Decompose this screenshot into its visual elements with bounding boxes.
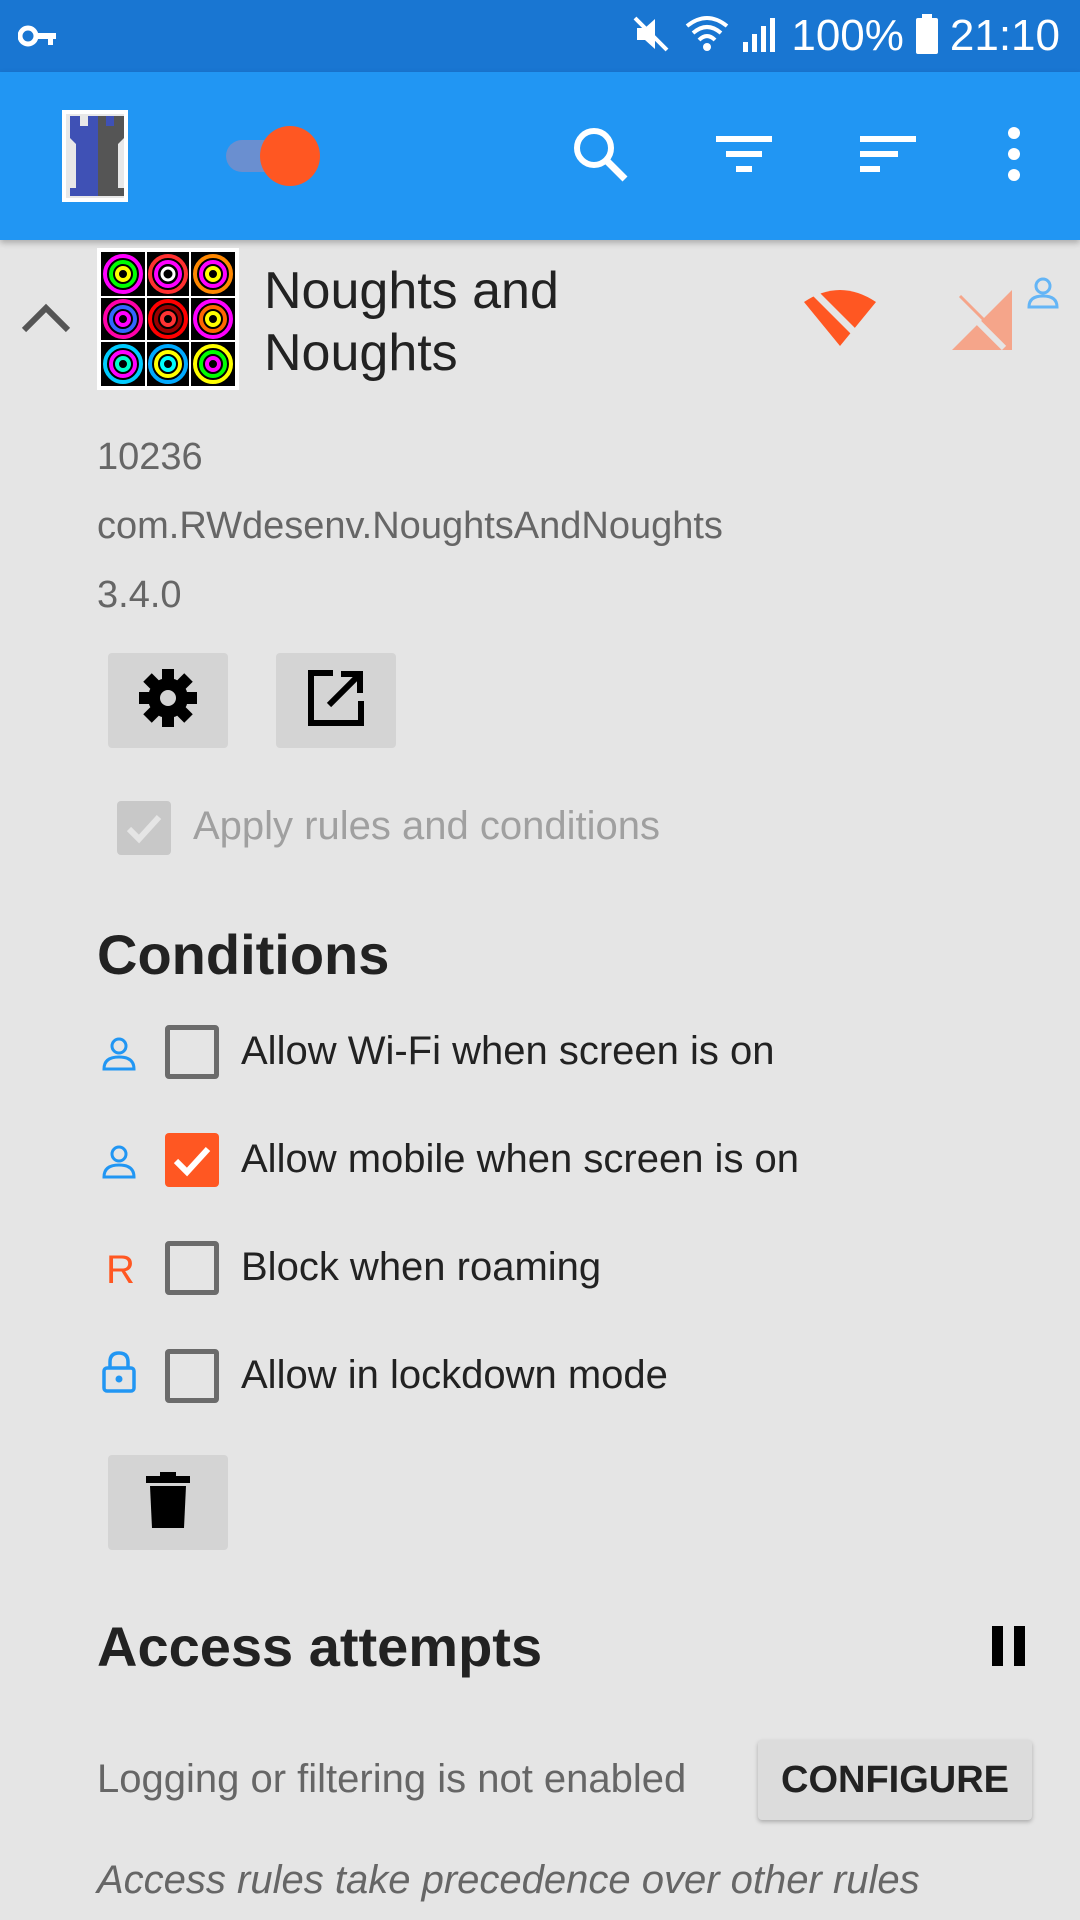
app-toolbar (0, 72, 1080, 240)
pause-icon[interactable] (990, 1624, 1028, 1670)
battery-percent: 100% (791, 11, 904, 60)
condition-label: Allow Wi-Fi when screen is on (241, 1029, 775, 1073)
app-version: 3.4.0 (97, 574, 182, 616)
filter-icon[interactable] (712, 122, 776, 186)
roaming-icon: R (106, 1248, 135, 1292)
trash-icon (146, 1472, 190, 1533)
app-icon (97, 248, 239, 390)
clock: 21:10 (949, 11, 1060, 60)
person-icon (1026, 276, 1062, 312)
person-icon (101, 1036, 137, 1077)
battery-icon (914, 12, 940, 61)
conditions-title: Conditions (97, 923, 390, 986)
app-logo (62, 110, 128, 202)
logging-status-text: Logging or filtering is not enabled (97, 1757, 687, 1801)
mute-icon (629, 12, 673, 61)
launch-app-button[interactable] (276, 653, 396, 748)
apply-rules-label: Apply rules and conditions (193, 804, 660, 848)
vpn-key-icon (17, 22, 58, 55)
open-in-new-icon (307, 669, 365, 732)
sort-icon[interactable] (856, 122, 920, 186)
app-package: com.RWdesenv.NoughtsAndNoughts (97, 505, 723, 547)
lock-icon (101, 1350, 137, 1399)
gear-icon (137, 667, 199, 734)
app-settings-button[interactable] (108, 653, 228, 748)
delete-button[interactable] (108, 1455, 228, 1550)
app-uid: 10236 (97, 436, 203, 478)
apply-rules-checkbox[interactable] (117, 801, 171, 855)
wifi-icon (683, 12, 731, 61)
person-icon (101, 1144, 137, 1185)
more-vert-icon[interactable] (994, 122, 1034, 186)
block-roaming-checkbox[interactable] (165, 1241, 219, 1295)
app-name: Noughts and Noughts (264, 262, 559, 382)
allow-lockdown-checkbox[interactable] (165, 1349, 219, 1403)
app-detail: Noughts and Noughts 10236 com.RWdesenv.N… (0, 240, 1080, 1920)
allow-wifi-screen-on-checkbox[interactable] (165, 1025, 219, 1079)
allow-mobile-screen-on-checkbox[interactable] (165, 1133, 219, 1187)
enabled-switch[interactable] (222, 124, 326, 188)
status-bar: 100% 21:10 (0, 0, 1080, 72)
condition-label: Allow mobile when screen is on (241, 1137, 800, 1181)
access-note: Access rules take precedence over other … (97, 1858, 920, 1902)
configure-button[interactable]: CONFIGURE (758, 1740, 1032, 1820)
search-icon[interactable] (568, 122, 632, 186)
chevron-up-icon[interactable] (20, 300, 76, 340)
condition-label: Block when roaming (241, 1245, 602, 1289)
wifi-blocked-icon[interactable] (800, 284, 880, 354)
condition-label: Allow in lockdown mode (241, 1353, 668, 1397)
signal-icon (741, 12, 781, 61)
access-attempts-title: Access attempts (97, 1615, 543, 1678)
mobile-blocked-icon[interactable] (948, 286, 1018, 356)
